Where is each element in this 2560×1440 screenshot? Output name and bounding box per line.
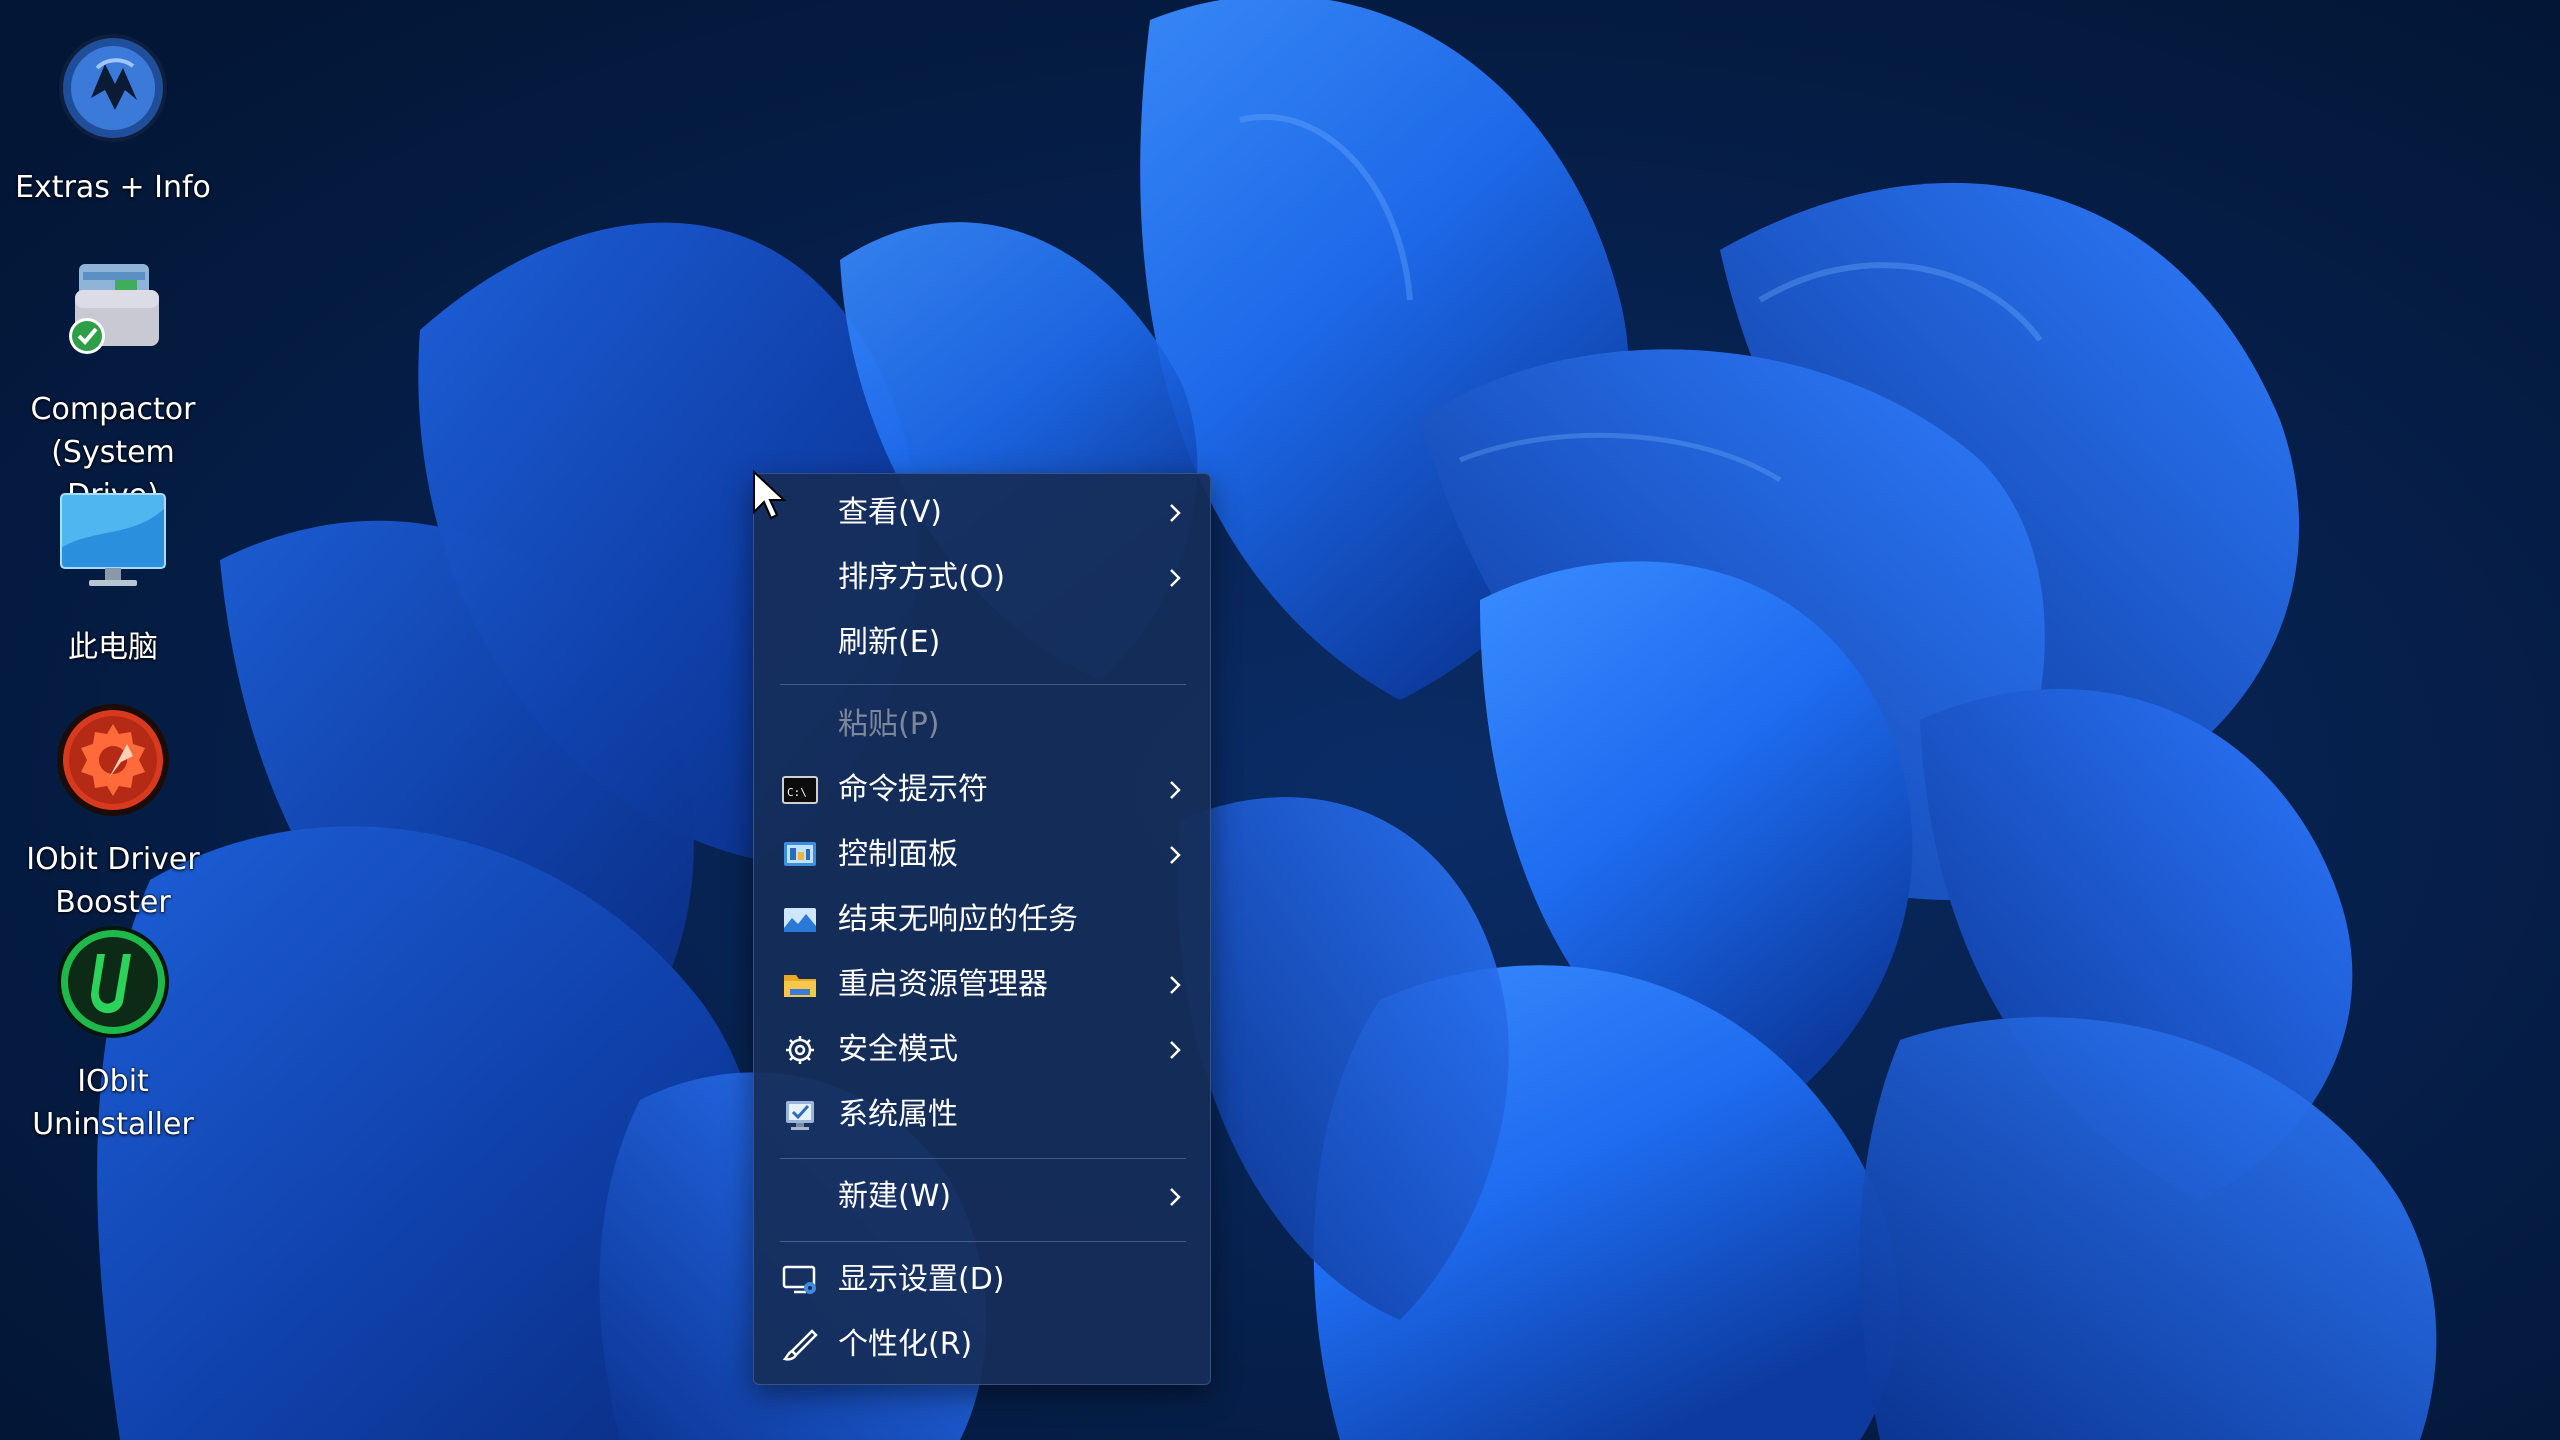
menu-item-end-task[interactable]: 结束无响应的任务: [762, 890, 1202, 950]
menu-item-label: 刷新(E): [838, 625, 941, 660]
menu-item-new[interactable]: 新建(W): [762, 1167, 1202, 1227]
mouse-cursor-icon: [753, 470, 787, 520]
desktop-icon-label: IObit Driver Booster: [26, 842, 200, 920]
driver-booster-icon: [57, 704, 169, 816]
desktop-icon-uninstaller[interactable]: IObit Uninstaller: [8, 922, 218, 1146]
menu-item-refresh[interactable]: 刷新(E): [762, 613, 1202, 673]
menu-item-system-properties[interactable]: 系统属性: [762, 1085, 1202, 1145]
folder-icon: [784, 975, 816, 997]
gear-icon: [786, 1036, 814, 1064]
menu-separator: [780, 1241, 1186, 1242]
menu-item-label: 系统属性: [838, 1097, 958, 1132]
chevron-right-icon: [1170, 976, 1181, 994]
menu-separator: [780, 684, 1186, 685]
extras-info-icon: [59, 34, 167, 142]
menu-separator: [780, 1158, 1186, 1159]
menu-item-display-settings[interactable]: 显示设置(D): [762, 1250, 1202, 1310]
brush-icon: [782, 1329, 818, 1361]
chevron-right-icon: [1170, 781, 1181, 799]
menu-item-label: 命令提示符: [838, 772, 988, 807]
desktop-icon-driver-booster[interactable]: IObit Driver Booster: [8, 700, 218, 924]
desktop-context-menu: 查看(V) 排序方式(O) 刷新(E) 粘贴(P) C:\ 命令提示符 控制面板…: [753, 473, 1211, 1385]
menu-item-control-panel[interactable]: 控制面板: [762, 825, 1202, 885]
menu-item-restart-explorer[interactable]: 重启资源管理器: [762, 955, 1202, 1015]
compactor-icon: [69, 264, 159, 354]
desktop-icon-label: 此电脑: [68, 630, 158, 665]
this-pc-icon: [60, 493, 166, 586]
menu-item-label: 排序方式(O): [838, 560, 1006, 595]
chevron-right-icon: [1170, 1188, 1181, 1206]
desktop-icon-this-pc[interactable]: 此电脑: [8, 488, 218, 669]
display-settings-icon: [782, 1265, 816, 1294]
chevron-right-icon: [1170, 569, 1181, 587]
control-panel-icon: [784, 842, 816, 866]
chevron-right-icon: [1170, 846, 1181, 864]
menu-item-label: 粘贴(P): [838, 707, 940, 742]
chevron-right-icon: [1170, 504, 1181, 522]
menu-item-label: 查看(V): [838, 495, 942, 530]
menu-item-view[interactable]: 查看(V): [762, 483, 1202, 543]
menu-item-label: 个性化(R): [838, 1327, 973, 1362]
menu-item-sort-by[interactable]: 排序方式(O): [762, 548, 1202, 608]
menu-item-safe-mode[interactable]: 安全模式: [762, 1020, 1202, 1080]
system-properties-icon: [786, 1101, 814, 1130]
menu-item-label: 重启资源管理器: [838, 967, 1048, 1002]
menu-item-personalize[interactable]: 个性化(R): [762, 1315, 1202, 1375]
desktop-icon-compactor[interactable]: Compactor (System Drive): [8, 250, 218, 517]
wallpaper-bloom: [0, 0, 2560, 1440]
menu-item-label: 新建(W): [838, 1179, 952, 1214]
menu-item-command-prompt[interactable]: C:\ 命令提示符: [762, 760, 1202, 820]
menu-item-label: 显示设置(D): [838, 1262, 1005, 1297]
chevron-right-icon: [1170, 1041, 1181, 1059]
svg-text:C:\: C:\: [787, 786, 807, 799]
uninstaller-icon: [57, 926, 169, 1038]
command-prompt-icon: C:\: [782, 776, 818, 804]
desktop-icon-label: Extras + Info: [15, 170, 211, 205]
desktop-icon-extras-info[interactable]: Extras + Info: [8, 28, 218, 209]
menu-item-label: 控制面板: [838, 837, 958, 872]
desktop-icon-label: IObit Uninstaller: [32, 1064, 194, 1142]
menu-item-paste[interactable]: 粘贴(P): [762, 695, 1202, 755]
desktop[interactable]: Extras + Info Compactor (System Drive) 此…: [0, 0, 2560, 1440]
menu-item-label: 安全模式: [838, 1032, 958, 1067]
end-task-icon: [784, 908, 816, 932]
menu-item-label: 结束无响应的任务: [838, 902, 1078, 937]
